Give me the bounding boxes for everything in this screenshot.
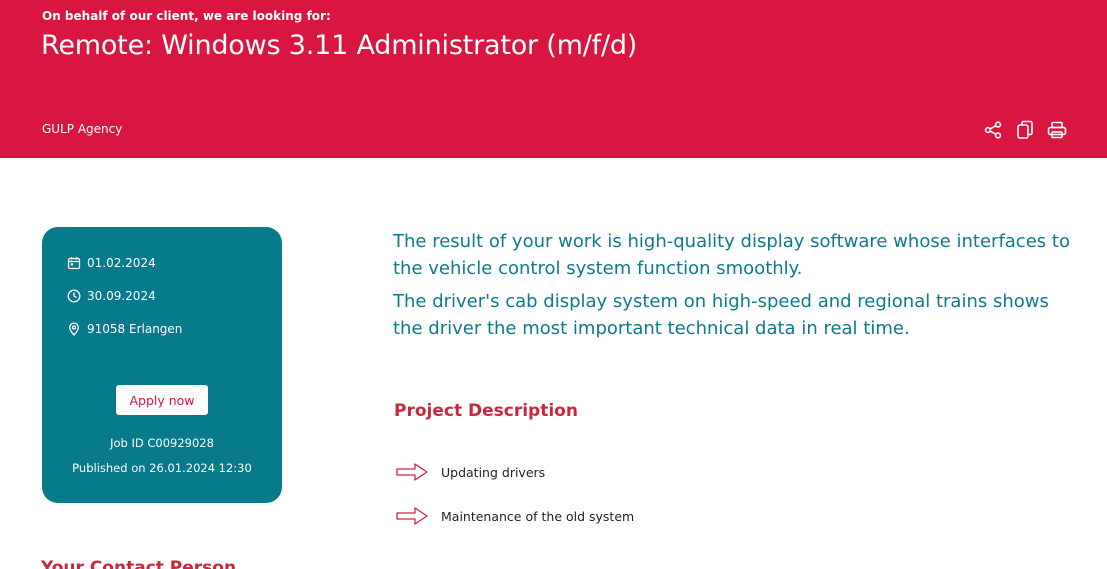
job-title: Remote: Windows 3.11 Administrator (m/f/…: [41, 30, 638, 61]
apply-now-button[interactable]: Apply now: [116, 385, 208, 415]
contact-person-heading: Your Contact Person: [41, 558, 237, 569]
start-date: 01.02.2024: [87, 256, 156, 270]
start-date-row: 01.02.2024: [67, 256, 156, 270]
location-pin-icon: [69, 322, 79, 336]
published-date: Published on 26.01.2024 12:30: [72, 461, 252, 475]
list-item: Maintenance of the old system: [396, 506, 634, 526]
header-eyebrow: On behalf of our client, we are looking …: [42, 9, 331, 23]
calendar-icon: [67, 257, 81, 270]
project-description-heading: Project Description: [394, 401, 578, 421]
end-date-row: 30.09.2024: [67, 289, 156, 303]
arrow-right-icon: [396, 463, 428, 481]
job-summary-card: 01.02.2024 30.09.2024 91058 Erlangen App…: [42, 227, 282, 503]
header-actions: [982, 119, 1068, 141]
copy-button[interactable]: [1014, 119, 1036, 141]
arrow-right-icon: [396, 507, 428, 525]
location-row: 91058 Erlangen: [67, 322, 182, 336]
end-date: 30.09.2024: [87, 289, 156, 303]
intro-paragraph-1: The result of your work is high-quality …: [393, 231, 1070, 279]
job-id: Job ID C00929028: [110, 436, 214, 450]
clock-icon: [67, 289, 81, 303]
job-header-banner: On behalf of our client, we are looking …: [0, 0, 1107, 158]
share-button[interactable]: [982, 119, 1004, 141]
intro-paragraph-2: The driver's cab display system on high-…: [393, 291, 1049, 339]
print-button[interactable]: [1046, 119, 1068, 141]
project-item-label: Updating drivers: [441, 464, 546, 480]
location: 91058 Erlangen: [87, 322, 183, 336]
agency-name: GULP Agency: [42, 122, 123, 136]
project-item-label: Maintenance of the old system: [441, 508, 635, 524]
print-icon: [1047, 121, 1067, 139]
share-icon: [984, 121, 1002, 139]
copy-icon: [1017, 120, 1033, 139]
list-item: Updating drivers: [396, 462, 545, 482]
